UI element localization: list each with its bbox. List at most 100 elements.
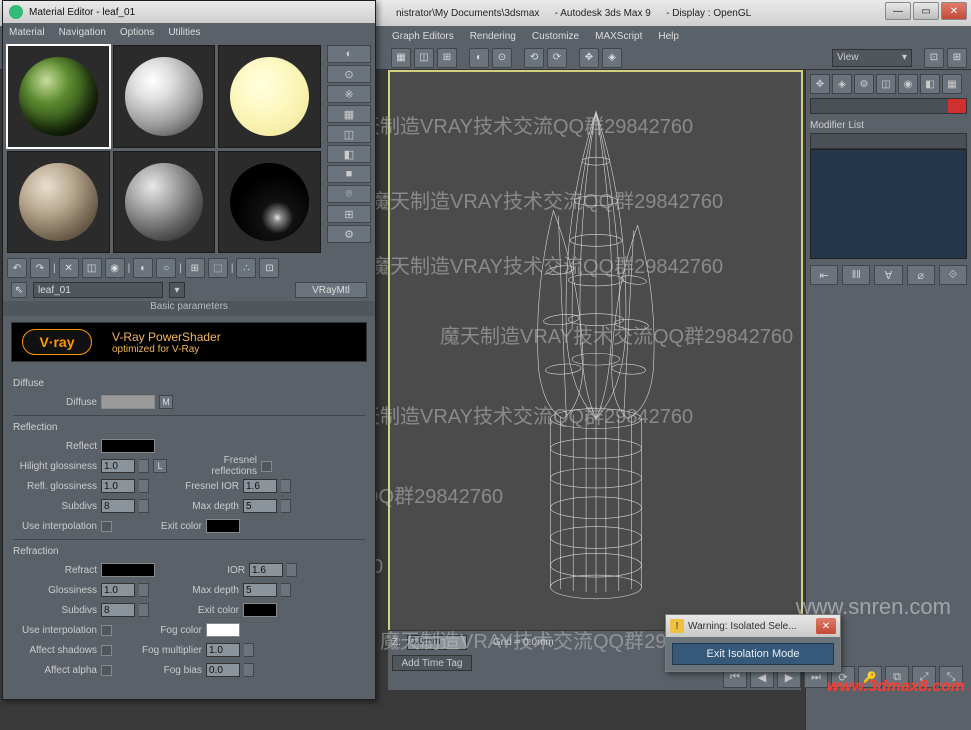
tab-motion[interactable]: ◫ — [876, 74, 896, 94]
z-field[interactable]: 0.0mm — [407, 635, 467, 650]
toolbar-button-6[interactable]: ⟲ — [524, 48, 544, 68]
spinner-arrows-icon[interactable] — [281, 499, 291, 513]
iso-close-button[interactable]: ✕ — [816, 618, 836, 634]
tab-create[interactable]: ✥ — [810, 74, 830, 94]
stack-btn-config[interactable]: ⟐ — [939, 265, 967, 285]
spinner-arrows-icon[interactable] — [281, 583, 291, 597]
fog-mult-spinner[interactable]: 1.0 — [206, 643, 240, 657]
fog-bias-spinner[interactable]: 0.0 — [206, 663, 240, 677]
tab-utilities[interactable]: ◧ — [920, 74, 940, 94]
affect-alpha-checkbox[interactable] — [101, 665, 112, 676]
me-tb-11[interactable]: ⊡ — [259, 258, 279, 278]
ior-spinner[interactable]: 1.6 — [249, 563, 283, 577]
background-button[interactable]: ※ — [327, 85, 371, 103]
me-tb-5[interactable]: ◉ — [105, 258, 125, 278]
spinner-arrows-icon[interactable] — [244, 663, 254, 677]
material-slot-5[interactable] — [113, 151, 216, 254]
material-name-input[interactable] — [33, 282, 163, 298]
r-use-interp-checkbox[interactable] — [101, 625, 112, 636]
settings-button[interactable]: ⚙ — [327, 225, 371, 243]
r-subdivs-spinner[interactable]: 8 — [101, 603, 135, 617]
maximize-button[interactable]: ▭ — [913, 2, 939, 20]
max-depth-spinner[interactable]: 5 — [243, 499, 277, 513]
fresnel-ior-spinner[interactable]: 1.6 — [243, 479, 277, 493]
me-titlebar[interactable]: Material Editor - leaf_01 — [3, 1, 375, 23]
stack-btn-pin[interactable]: ⇤ — [810, 265, 838, 285]
menu-help[interactable]: Help — [658, 31, 679, 42]
iso-titlebar[interactable]: ! Warning: Isolated Sele... ✕ — [666, 615, 840, 637]
modifier-list-dropdown[interactable] — [810, 133, 967, 149]
r-exit-color-swatch[interactable] — [243, 603, 277, 617]
options-button[interactable]: ■ — [327, 165, 371, 183]
modifier-stack[interactable] — [810, 149, 967, 259]
me-tb-7[interactable]: ○ — [156, 258, 176, 278]
spinner-arrows-icon[interactable] — [281, 479, 291, 493]
fresnel-checkbox[interactable] — [261, 461, 272, 472]
material-map-nav-button[interactable]: ⊞ — [327, 205, 371, 223]
diffuse-map-button[interactable]: M — [159, 395, 173, 409]
menu-rendering[interactable]: Rendering — [470, 31, 516, 42]
spinner-arrows-icon[interactable] — [244, 643, 254, 657]
stack-btn-unique[interactable]: ∀ — [874, 265, 902, 285]
tab-hierarchy[interactable]: ⚙ — [854, 74, 874, 94]
hilight-lock-button[interactable]: L — [153, 459, 167, 473]
refl-gloss-spinner[interactable]: 1.0 — [101, 479, 135, 493]
toolbar-button-8[interactable]: ✥ — [579, 48, 599, 68]
toolbar-button-4[interactable]: ◐ — [469, 48, 489, 68]
object-name-field[interactable] — [810, 98, 967, 114]
backlight-button[interactable]: ⊙ — [327, 65, 371, 83]
menu-maxscript[interactable]: MAXScript — [595, 31, 642, 42]
subdivs-spinner[interactable]: 8 — [101, 499, 135, 513]
toolbar-button-5[interactable]: ⊙ — [492, 48, 512, 68]
toolbar-button-9[interactable]: ◈ — [602, 48, 622, 68]
exit-color-swatch[interactable] — [206, 519, 240, 533]
tab-display[interactable]: ◉ — [898, 74, 918, 94]
me-tb-1[interactable]: ↶ — [7, 258, 27, 278]
use-interp-checkbox[interactable] — [101, 521, 112, 532]
stack-btn-remove[interactable]: ⌀ — [907, 265, 935, 285]
refract-color-swatch[interactable] — [101, 563, 155, 577]
me-menu-material[interactable]: Material — [9, 27, 45, 38]
reflect-color-swatch[interactable] — [101, 439, 155, 453]
toolbar-button-1[interactable]: ▦ — [391, 48, 411, 68]
r-max-depth-spinner[interactable]: 5 — [243, 583, 277, 597]
material-type-button[interactable]: VRayMtl — [295, 282, 367, 298]
hilight-gloss-spinner[interactable]: 1.0 — [101, 459, 135, 473]
add-time-tag-button[interactable]: Add Time Tag — [392, 655, 472, 671]
spinner-arrows-icon[interactable] — [287, 563, 297, 577]
me-tb-9[interactable]: ⬚ — [208, 258, 228, 278]
spinner-arrows-icon[interactable] — [139, 479, 149, 493]
glossiness-spinner[interactable]: 1.0 — [101, 583, 135, 597]
me-tb-8[interactable]: ⊞ — [185, 258, 205, 278]
minimize-button[interactable]: — — [885, 2, 911, 20]
spinner-arrows-icon[interactable] — [139, 459, 149, 473]
spinner-arrows-icon[interactable] — [139, 603, 149, 617]
select-by-mat-button[interactable]: ⌾ — [327, 185, 371, 203]
material-slot-6[interactable] — [218, 151, 321, 254]
toolbar-button-2[interactable]: ◫ — [414, 48, 434, 68]
close-button[interactable]: ✕ — [941, 2, 967, 20]
video-check-button[interactable]: ◫ — [327, 125, 371, 143]
me-tb-4[interactable]: ◫ — [82, 258, 102, 278]
material-slot-2[interactable] — [113, 45, 216, 148]
affect-shadows-checkbox[interactable] — [101, 645, 112, 656]
preview-button[interactable]: ◧ — [327, 145, 371, 163]
tab-extra[interactable]: ▦ — [942, 74, 962, 94]
material-slot-3[interactable] — [218, 45, 321, 148]
spinner-arrows-icon[interactable] — [139, 499, 149, 513]
material-name-dropdown[interactable]: ▾ — [169, 282, 185, 298]
me-menu-options[interactable]: Options — [120, 27, 154, 38]
me-tb-3[interactable]: ✕ — [59, 258, 79, 278]
me-tb-6[interactable]: ◐ — [133, 258, 153, 278]
material-slot-1[interactable] — [7, 45, 110, 148]
spinner-arrows-icon[interactable] — [139, 583, 149, 597]
sample-uv-button[interactable]: ▦ — [327, 105, 371, 123]
me-tb-10[interactable]: ∴ — [236, 258, 256, 278]
viewport-perspective[interactable] — [388, 70, 803, 665]
toolbar-button-11[interactable]: ⊞ — [947, 48, 967, 68]
menu-customize[interactable]: Customize — [532, 31, 579, 42]
basic-params-header[interactable]: Basic parameters — [3, 301, 375, 316]
diffuse-color-swatch[interactable] — [101, 395, 155, 409]
tab-modify[interactable]: ◈ — [832, 74, 852, 94]
pick-material-button[interactable]: ⇖ — [11, 282, 27, 298]
